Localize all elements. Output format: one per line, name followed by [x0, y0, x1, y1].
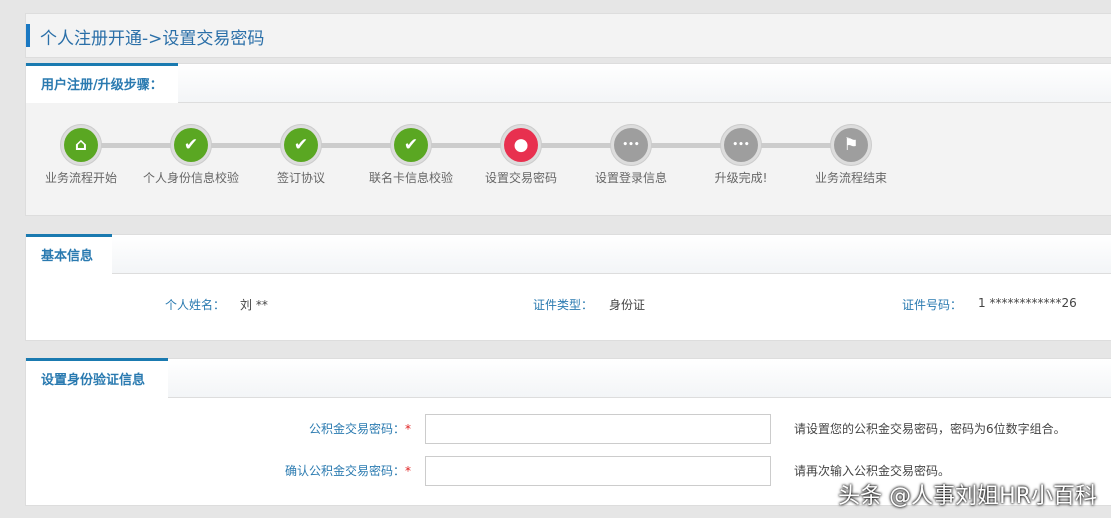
step-7: ••• 升级完成! [691, 124, 791, 185]
location-pin-icon: ● [504, 128, 538, 162]
confirm-label-text: 确认公积金交易密码： [284, 464, 405, 478]
step-label: 签订协议 [276, 171, 325, 185]
name-label: 个人姓名： [165, 298, 226, 312]
steps-panel: 用户注册/升级步骤： ⌂ 业务流程开始 ✔ 个人身份信息校验 ✔ 签订协议 ✔ 联名卡信息校验… [25, 63, 1111, 216]
page-header: 个人注册开通->设置交易密码 [25, 13, 1111, 58]
check-icon: ✔ [284, 128, 318, 162]
basic-info-panel: 基本信息 个人姓名： 刘 ** 证件类型： 身份证 证件号码： 1 ******… [25, 234, 1111, 341]
step-ring: ••• [720, 124, 762, 166]
tab-header [26, 235, 1111, 274]
check-icon: ✔ [394, 128, 428, 162]
step-3: ✔ 签订协议 [251, 124, 351, 185]
title-accent [26, 24, 30, 47]
step-2: ✔ 个人身份信息校验 [141, 124, 241, 185]
confirm-password-input[interactable] [425, 456, 771, 486]
tab-verify: 设置身份验证信息 [26, 358, 168, 398]
tab-steps: 用户注册/升级步骤： [26, 63, 178, 103]
step-label: 设置登录信息 [594, 171, 667, 185]
password-input[interactable] [425, 414, 771, 444]
watermark: 头条 @人事刘姐HR小百科 [838, 484, 1097, 509]
ellipsis-icon: ••• [614, 128, 648, 162]
required-mark: * [405, 422, 411, 436]
step-label: 业务流程开始 [44, 171, 117, 185]
id-number-value: 1 ************26 [978, 296, 1077, 310]
page-title: 个人注册开通->设置交易密码 [40, 29, 265, 49]
step-1: ⌂ 业务流程开始 [31, 124, 131, 185]
step-5: ● 设置交易密码 [471, 124, 571, 185]
step-ring: ••• [610, 124, 652, 166]
step-ring: ✔ [390, 124, 432, 166]
id-type-label: 证件类型： [533, 298, 594, 312]
step-ring: ⚑ [830, 124, 872, 166]
flag-icon: ⚑ [834, 128, 868, 162]
step-label: 个人身份信息校验 [142, 171, 239, 185]
step-6: ••• 设置登录信息 [581, 124, 681, 185]
step-label: 设置交易密码 [484, 171, 557, 185]
step-label: 联名卡信息校验 [368, 171, 453, 185]
check-icon: ✔ [174, 128, 208, 162]
tab-header [26, 359, 1111, 398]
password-label-text: 公积金交易密码： [308, 422, 405, 436]
confirm-password-label: 确认公积金交易密码：* [285, 462, 411, 479]
ellipsis-icon: ••• [724, 128, 758, 162]
step-4: ✔ 联名卡信息校验 [361, 124, 461, 185]
password-hint: 请设置您的公积金交易密码，密码为6位数字组合。 [794, 422, 1066, 436]
name-value: 刘 ** [240, 298, 268, 312]
tab-header [26, 64, 1111, 103]
step-ring: ⌂ [60, 124, 102, 166]
required-mark: * [405, 464, 411, 478]
id-type-value: 身份证 [609, 298, 646, 312]
confirm-password-hint: 请再次输入公积金交易密码。 [794, 464, 951, 478]
id-number-label: 证件号码： [902, 298, 963, 312]
step-label: 业务流程结束 [814, 171, 887, 185]
step-label: 升级完成! [714, 171, 768, 185]
password-label: 公积金交易密码：* [309, 420, 411, 437]
step-8: ⚑ 业务流程结束 [801, 124, 901, 185]
home-icon: ⌂ [64, 128, 98, 162]
step-ring: ● [500, 124, 542, 166]
step-ring: ✔ [170, 124, 212, 166]
tab-basic-info: 基本信息 [26, 234, 112, 274]
step-ring: ✔ [280, 124, 322, 166]
